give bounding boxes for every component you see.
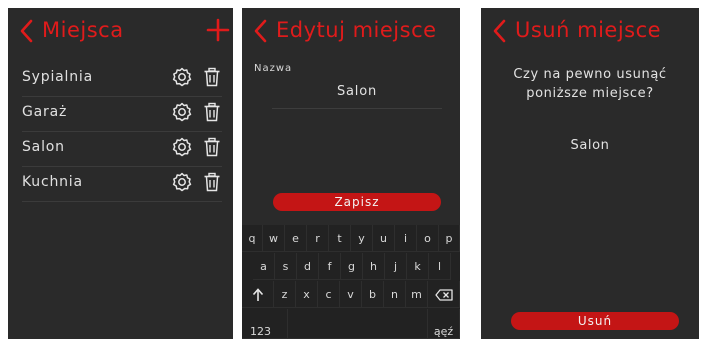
key[interactable]: n (384, 281, 406, 308)
key[interactable]: l (429, 253, 451, 280)
key[interactable]: a (253, 253, 275, 280)
page-title: Miejsca (42, 18, 124, 42)
backspace-key[interactable] (428, 281, 460, 308)
key[interactable]: m (406, 281, 428, 308)
confirm-question: Czy na pewno usunąć poniższe miejsce? (491, 65, 689, 103)
gear-icon[interactable] (172, 172, 192, 192)
place-label: Sypialnia (22, 69, 93, 85)
on-screen-keyboard: q w e r t y u i o p a s d f g h j k l z … (242, 225, 460, 339)
key[interactable]: o (417, 225, 439, 252)
list-item[interactable]: Garaż (22, 97, 222, 132)
save-button[interactable]: Zapisz (273, 193, 441, 211)
page-title: Usuń miejsce (515, 18, 662, 42)
place-label: Garaż (22, 104, 68, 120)
chevron-left-icon[interactable] (250, 16, 272, 46)
chevron-left-icon[interactable] (16, 16, 38, 46)
list-item[interactable]: Sypialnia (22, 62, 222, 97)
name-field-label: Nazwa (254, 63, 293, 74)
delete-button[interactable]: Usuń (511, 312, 679, 330)
key[interactable]: c (318, 281, 340, 308)
key[interactable]: p (439, 225, 460, 252)
key[interactable]: z (274, 281, 296, 308)
place-to-delete: Salon (570, 138, 610, 153)
key[interactable]: x (296, 281, 318, 308)
key[interactable]: q (242, 225, 263, 252)
key[interactable]: v (340, 281, 362, 308)
special-chars-key[interactable]: ąęź (428, 309, 460, 339)
key[interactable]: d (297, 253, 319, 280)
trash-icon[interactable] (203, 102, 221, 122)
key[interactable]: u (373, 225, 395, 252)
backspace-icon (434, 289, 453, 301)
numbers-key[interactable]: 123 (242, 309, 288, 339)
chevron-left-icon[interactable] (489, 16, 511, 46)
key[interactable]: r (307, 225, 329, 252)
list-item[interactable]: Kuchnia (22, 167, 222, 202)
key[interactable]: s (275, 253, 297, 280)
trash-icon[interactable] (203, 137, 221, 157)
key[interactable]: g (341, 253, 363, 280)
gear-icon[interactable] (172, 102, 192, 122)
key[interactable]: t (329, 225, 351, 252)
list-item[interactable]: Salon (22, 132, 222, 167)
key[interactable]: k (407, 253, 429, 280)
name-field[interactable]: Salon (272, 84, 442, 99)
key[interactable]: w (263, 225, 285, 252)
place-label: Kuchnia (22, 174, 83, 190)
delete-place-screen: Usuń miejsce Czy na pewno usunąć poniższ… (481, 8, 699, 339)
key[interactable]: h (363, 253, 385, 280)
plus-icon[interactable] (205, 16, 231, 44)
gear-icon[interactable] (172, 137, 192, 157)
name-field-underline (272, 108, 442, 109)
key[interactable]: e (285, 225, 307, 252)
question-line-2: poniższe miejsce? (526, 86, 654, 101)
header: Edytuj miejsce (242, 8, 460, 54)
question-line-1: Czy na pewno usunąć (513, 67, 667, 82)
key[interactable]: j (385, 253, 407, 280)
key[interactable]: b (362, 281, 384, 308)
key[interactable]: i (395, 225, 417, 252)
gear-icon[interactable] (172, 67, 192, 87)
header: Miejsca (8, 8, 233, 54)
header: Usuń miejsce (481, 8, 699, 54)
space-key[interactable] (288, 309, 428, 339)
page-title: Edytuj miejsce (276, 18, 437, 42)
key[interactable]: y (351, 225, 373, 252)
places-screen: Miejsca Sypialnia Garaż Salon Kuchnia (8, 8, 233, 339)
trash-icon[interactable] (203, 67, 221, 87)
shift-key[interactable] (242, 281, 274, 308)
key[interactable]: f (319, 253, 341, 280)
place-label: Salon (22, 139, 65, 155)
trash-icon[interactable] (203, 172, 221, 192)
shift-arrow-icon (252, 288, 263, 301)
edit-place-screen: Edytuj miejsce Nazwa Salon Zapisz q w e … (242, 8, 460, 339)
